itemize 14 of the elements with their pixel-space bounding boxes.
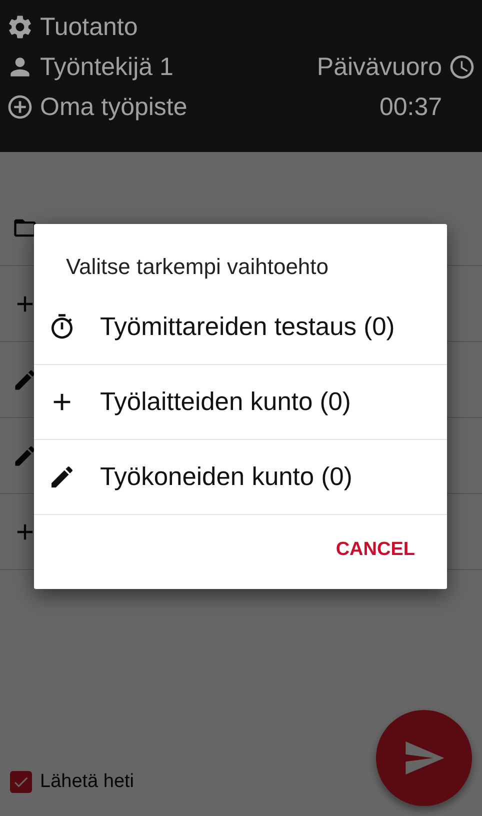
workstation-name: Oma työpiste bbox=[40, 92, 188, 122]
dialog-option[interactable]: Työlaitteiden kunto (0) bbox=[34, 365, 447, 440]
cancel-button[interactable]: CANCEL bbox=[324, 531, 427, 569]
clock-time: 00:37 bbox=[379, 92, 442, 122]
dialog-option[interactable]: Työmittareiden testaus (0) bbox=[34, 290, 447, 365]
checkbox-label: Lähetä heti bbox=[40, 771, 134, 793]
checkbox[interactable] bbox=[10, 771, 32, 793]
gear-icon bbox=[6, 13, 34, 41]
department-name: Tuotanto bbox=[40, 12, 138, 42]
dialog-option[interactable]: Työkoneiden kunto (0) bbox=[34, 440, 447, 515]
clock-icon bbox=[448, 53, 476, 81]
dialog-title: Valitse tarkempi vaihtoehto bbox=[65, 253, 330, 281]
shift-name: Päivävuoro bbox=[316, 52, 442, 82]
worker-name: Työntekijä 1 bbox=[40, 52, 174, 82]
